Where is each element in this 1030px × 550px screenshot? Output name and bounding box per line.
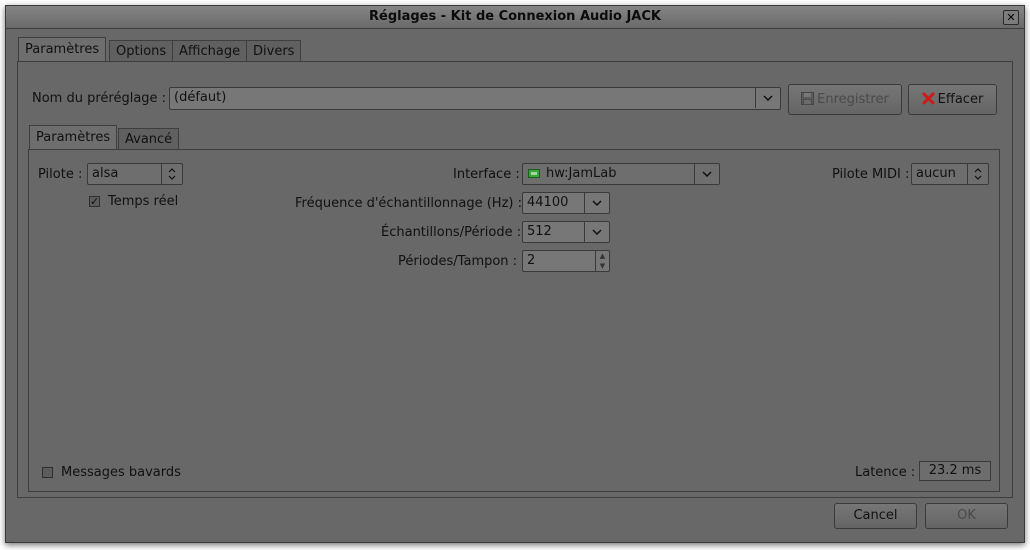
frames-value: 512 [527, 224, 552, 239]
frames-combo[interactable]: 512 [522, 221, 610, 243]
verbose-checkbox[interactable] [42, 467, 53, 478]
settings-dialog: Réglages - Kit de Connexion Audio JACK ✕… [5, 5, 1025, 543]
settings-panel: Pilote : alsa ✓ Temps réel Interface : h… [28, 149, 1000, 492]
driver-select[interactable]: alsa [87, 163, 183, 185]
spin-down-icon[interactable]: ▼ [596, 261, 609, 271]
realtime-label: Temps réel [108, 194, 179, 209]
tab-label: Paramètres [25, 42, 100, 57]
preset-value: (défaut) [174, 90, 227, 105]
driver-value: alsa [92, 166, 119, 181]
latency-value: 23.2 ms [919, 461, 991, 481]
tab-divers[interactable]: Divers [246, 40, 302, 62]
audio-card-icon [528, 168, 540, 183]
tab-affichage[interactable]: Affichage [172, 40, 248, 62]
chevron-down-icon[interactable] [755, 88, 780, 108]
save-button[interactable]: Enregistrer [788, 84, 902, 115]
interface-value: hw:JamLab [546, 166, 617, 181]
midi-value: aucun [916, 166, 956, 181]
latency-label: Latence : [855, 465, 916, 480]
tab-label: Options [116, 44, 167, 59]
chevron-down-icon[interactable] [584, 193, 609, 213]
midi-select[interactable]: aucun [911, 163, 989, 185]
samplerate-label: Fréquence d'échantillonnage (Hz) : [295, 196, 522, 211]
cancel-button[interactable]: Cancel [834, 503, 917, 529]
close-button[interactable]: ✕ [1003, 10, 1019, 25]
interface-select[interactable]: hw:JamLab [522, 163, 720, 185]
floppy-icon [801, 87, 815, 116]
tab-label: Avancé [125, 132, 173, 147]
interface-label: Interface : [453, 167, 520, 182]
preset-label: Nom du préréglage : [32, 91, 167, 106]
driver-label: Pilote : [38, 167, 83, 182]
verbose-label: Messages bavards [61, 465, 181, 480]
chevron-down-icon[interactable] [694, 164, 719, 184]
main-panel: Nom du préréglage : (défaut) Enregistrer… [17, 61, 1013, 498]
tab-parametres[interactable]: Paramètres [18, 37, 107, 62]
delete-button[interactable]: Effacer [908, 84, 997, 115]
updown-icon [161, 164, 182, 184]
delete-label: Effacer [937, 92, 984, 107]
midi-label: Pilote MIDI : [832, 167, 910, 182]
window-title: Réglages - Kit de Connexion Audio JACK [369, 9, 661, 24]
periods-value: 2 [527, 253, 536, 268]
cancel-label: Cancel [853, 508, 898, 523]
tab-label: Divers [253, 44, 295, 59]
tab-label: Paramètres [36, 130, 111, 145]
periods-label: Périodes/Tampon : [398, 254, 518, 269]
tab-label: Affichage [179, 44, 241, 59]
updown-icon [967, 164, 988, 184]
periods-spinbox[interactable]: 2 ▲ ▼ [522, 250, 610, 272]
title-bar: Réglages - Kit de Connexion Audio JACK ✕ [6, 6, 1024, 29]
preset-combo[interactable]: (défaut) [169, 87, 781, 110]
red-x-icon [922, 87, 935, 116]
chevron-down-icon[interactable] [584, 222, 609, 242]
tab-options[interactable]: Options [109, 40, 174, 62]
realtime-checkbox[interactable]: ✓ [89, 196, 100, 207]
close-icon: ✕ [1006, 11, 1016, 24]
samplerate-value: 44100 [527, 195, 569, 210]
ok-label: OK [957, 508, 976, 523]
frames-label: Échantillons/Période : [381, 225, 522, 240]
save-label: Enregistrer [817, 92, 889, 107]
ok-button[interactable]: OK [925, 503, 1008, 529]
subtab-avance[interactable]: Avancé [118, 128, 180, 150]
spin-up-icon[interactable]: ▲ [596, 251, 609, 261]
spin-buttons[interactable]: ▲ ▼ [595, 251, 609, 271]
samplerate-combo[interactable]: 44100 [522, 192, 610, 214]
subtab-parametres[interactable]: Paramètres [29, 125, 118, 150]
